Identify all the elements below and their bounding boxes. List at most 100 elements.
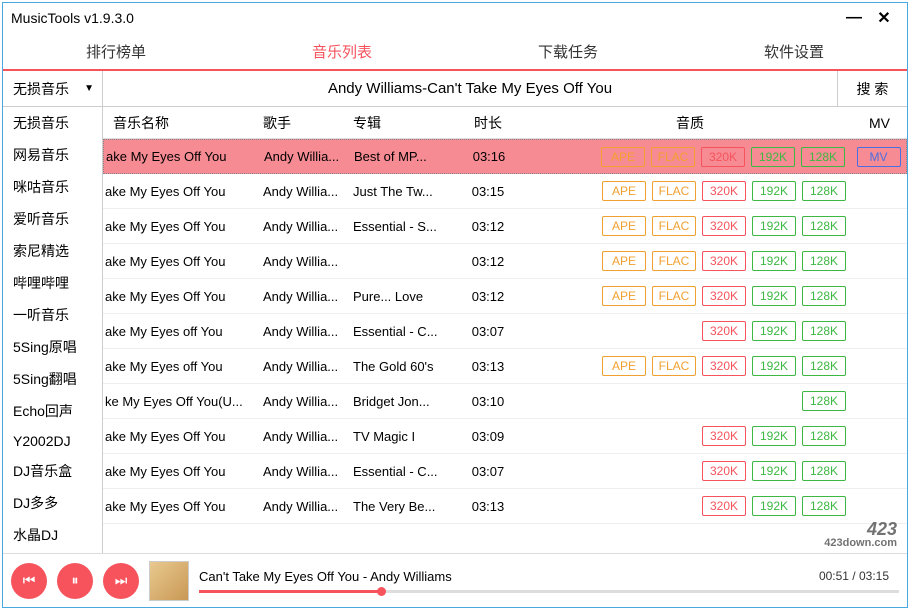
quality-badge-128k[interactable]: 128K — [802, 391, 846, 411]
table-row[interactable]: ake My Eyes Off YouAndy Willia...Just Th… — [103, 174, 907, 209]
quality-badge-320k[interactable]: 320K — [702, 216, 746, 236]
minimize-button[interactable]: — — [839, 3, 869, 33]
progress-bar[interactable] — [199, 590, 899, 593]
quality-badge-128k[interactable]: 128K — [802, 286, 846, 306]
quality-badge-128k[interactable]: 128K — [802, 356, 846, 376]
cell-artist: Andy Willia... — [263, 184, 353, 199]
dropdown-item[interactable]: 网易音乐 — [3, 139, 102, 171]
tab-0[interactable]: 排行榜单 — [3, 33, 229, 69]
cell-duration: 03:07 — [448, 324, 528, 339]
dropdown-item[interactable]: 5Sing原唱 — [3, 331, 102, 363]
quality-badge-128k[interactable]: 128K — [802, 181, 846, 201]
quality-badge-192k[interactable]: 192K — [752, 426, 796, 446]
quality-badge-320k[interactable]: 320K — [702, 251, 746, 271]
dropdown-item[interactable]: 爱听音乐 — [3, 203, 102, 235]
dropdown-item[interactable]: Y2002DJ — [3, 427, 102, 455]
quality-badge-192k[interactable]: 192K — [751, 147, 795, 167]
table-row[interactable]: ake My Eyes Off YouAndy Willia...The Ver… — [103, 489, 907, 524]
dropdown-item[interactable]: 5Sing翻唱 — [3, 363, 102, 395]
quality-badge-192k[interactable]: 192K — [752, 251, 796, 271]
table-row[interactable]: ake My Eyes Off YouAndy Willia...03:12AP… — [103, 244, 907, 279]
search-button[interactable]: 搜 索 — [837, 71, 907, 106]
cell-artist: Andy Willia... — [263, 464, 353, 479]
quality-badge-320k[interactable]: 320K — [702, 356, 746, 376]
quality-badge-ape[interactable]: APE — [602, 286, 646, 306]
table-row[interactable]: ake My Eyes Off YouAndy Willia...Essenti… — [103, 454, 907, 489]
quality-badge-ape[interactable]: APE — [602, 181, 646, 201]
table-row[interactable]: ake My Eyes off YouAndy Willia...Essenti… — [103, 314, 907, 349]
quality-badge-192k[interactable]: 192K — [752, 181, 796, 201]
quality-badge-flac[interactable]: FLAC — [652, 251, 696, 271]
cell-duration: 03:12 — [448, 219, 528, 234]
cell-album: The Very Be... — [353, 499, 448, 514]
dropdown-item[interactable]: 哔哩哔哩 — [3, 267, 102, 299]
quality-badge-128k[interactable]: 128K — [802, 426, 846, 446]
quality-badge-192k[interactable]: 192K — [752, 461, 796, 481]
table-row[interactable]: ake My Eyes Off YouAndy Willia...Essenti… — [103, 209, 907, 244]
cell-name: ake My Eyes Off You — [103, 254, 263, 269]
quality-badge-ape[interactable]: APE — [601, 147, 645, 167]
search-input[interactable] — [103, 71, 837, 106]
quality-badge-320k[interactable]: 320K — [701, 147, 745, 167]
quality-badge-flac[interactable]: FLAC — [651, 147, 695, 167]
quality-badge-128k[interactable]: 128K — [801, 147, 845, 167]
quality-badge-flac[interactable]: FLAC — [652, 216, 696, 236]
dropdown-item[interactable]: DJ多多 — [3, 487, 102, 519]
table-row[interactable]: ake My Eyes Off YouAndy Willia...Best of… — [103, 139, 907, 174]
close-button[interactable]: ✕ — [869, 3, 899, 33]
quality-badge-128k[interactable]: 128K — [802, 321, 846, 341]
quality-badge-320k[interactable]: 320K — [702, 321, 746, 341]
header-album: 专辑 — [353, 113, 448, 133]
dropdown-item[interactable]: 一听音乐 — [3, 299, 102, 331]
dropdown-item[interactable]: 水晶DJ — [3, 519, 102, 551]
quality-badge-ape[interactable]: APE — [602, 216, 646, 236]
tab-2[interactable]: 下载任务 — [455, 33, 681, 69]
prev-button[interactable]: ⏮ — [11, 563, 47, 599]
table-row[interactable]: ake My Eyes off YouAndy Willia...The Gol… — [103, 349, 907, 384]
cell-duration: 03:10 — [448, 394, 528, 409]
table-row[interactable]: ke My Eyes Off You(U...Andy Willia...Bri… — [103, 384, 907, 419]
player-info: Can't Take My Eyes Off You - Andy Willia… — [199, 569, 899, 593]
header-artist: 歌手 — [263, 113, 353, 133]
track-name: Can't Take My Eyes Off You - Andy Willia… — [199, 569, 819, 584]
table-row[interactable]: ake My Eyes Off YouAndy Willia... Pure..… — [103, 279, 907, 314]
dropdown-item[interactable]: Echo回声 — [3, 395, 102, 427]
quality-badge-320k[interactable]: 320K — [702, 181, 746, 201]
quality-badge-192k[interactable]: 192K — [752, 216, 796, 236]
quality-badge-128k[interactable]: 128K — [802, 251, 846, 271]
cell-duration: 03:13 — [448, 359, 528, 374]
cell-name: ake My Eyes Off You — [103, 219, 263, 234]
dropdown-item[interactable]: DJ音乐盒 — [3, 455, 102, 487]
pause-button[interactable]: ⏸ — [57, 563, 93, 599]
quality-badge-flac[interactable]: FLAC — [652, 286, 696, 306]
table-row[interactable]: ake My Eyes Off YouAndy Willia... TV Mag… — [103, 419, 907, 454]
dropdown-item[interactable]: 索尼精选 — [3, 235, 102, 267]
tab-1[interactable]: 音乐列表 — [229, 33, 455, 69]
quality-badge-ape[interactable]: APE — [602, 356, 646, 376]
tab-3[interactable]: 软件设置 — [681, 33, 907, 69]
cell-album: Pure... Love — [353, 289, 448, 304]
mv-badge[interactable]: MV — [857, 147, 901, 167]
next-button[interactable]: ⏭ — [103, 563, 139, 599]
quality-badge-128k[interactable]: 128K — [802, 461, 846, 481]
quality-badge-320k[interactable]: 320K — [702, 496, 746, 516]
quality-badge-128k[interactable]: 128K — [802, 496, 846, 516]
quality-badge-192k[interactable]: 192K — [752, 321, 796, 341]
quality-badge-192k[interactable]: 192K — [752, 356, 796, 376]
cell-quality: APE FLAC 320K 192K 128K — [528, 286, 852, 306]
quality-badge-320k[interactable]: 320K — [702, 286, 746, 306]
source-dropdown[interactable]: 无损音乐 ▼ — [3, 71, 103, 106]
dropdown-item[interactable]: 咪咕音乐 — [3, 171, 102, 203]
quality-badge-flac[interactable]: FLAC — [652, 181, 696, 201]
progress-knob[interactable] — [377, 587, 386, 596]
quality-badge-128k[interactable]: 128K — [802, 216, 846, 236]
quality-badge-320k[interactable]: 320K — [702, 426, 746, 446]
quality-badge-flac[interactable]: FLAC — [652, 356, 696, 376]
quality-badge-ape[interactable]: APE — [602, 251, 646, 271]
dropdown-item[interactable]: 无损音乐 — [3, 107, 102, 139]
table-body[interactable]: ake My Eyes Off YouAndy Willia...Best of… — [103, 139, 907, 553]
quality-badge-192k[interactable]: 192K — [752, 496, 796, 516]
quality-badge-192k[interactable]: 192K — [752, 286, 796, 306]
source-dropdown-menu[interactable]: 无损音乐网易音乐咪咕音乐爱听音乐索尼精选哔哩哔哩一听音乐5Sing原唱5Sing… — [3, 107, 103, 553]
quality-badge-320k[interactable]: 320K — [702, 461, 746, 481]
